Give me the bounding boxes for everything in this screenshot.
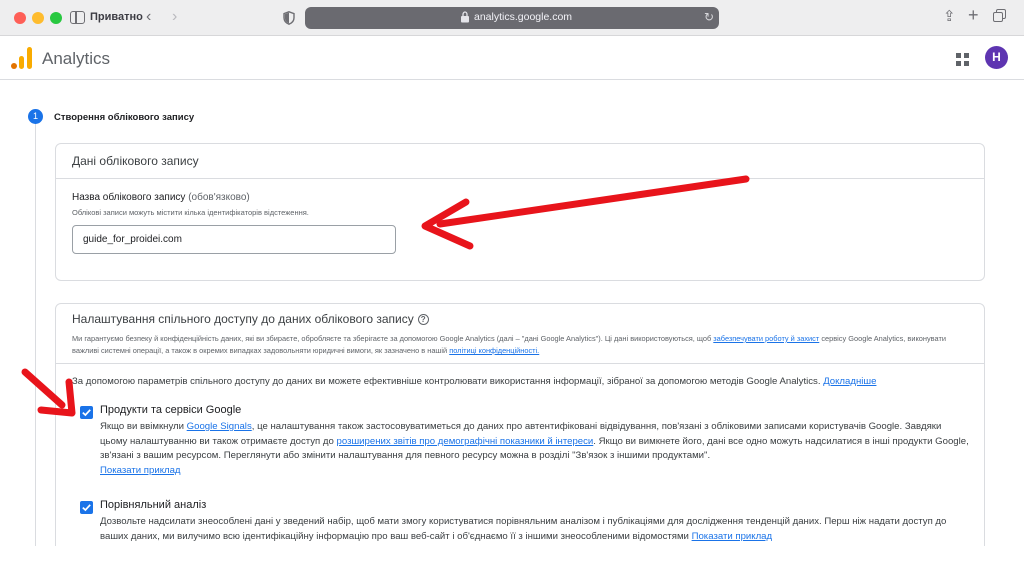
account-name-input[interactable] <box>72 225 396 254</box>
learn-more-link[interactable]: Докладніше <box>823 376 876 387</box>
lock-icon <box>461 11 469 23</box>
sharing-lead: За допомогою параметрів спільного доступ… <box>72 376 876 387</box>
card-header: Дані облікового запису <box>56 144 984 179</box>
stepper-line <box>35 109 36 546</box>
share-icon[interactable]: ⇪ <box>943 9 956 25</box>
card-title: Дані облікового запису <box>72 154 199 168</box>
privacy-shield-icon[interactable] <box>283 11 295 25</box>
privacy-policy-link[interactable]: політиці конфіденційності. <box>449 346 539 355</box>
desc-text: Якщо ви ввімкнули <box>100 421 187 432</box>
avatar[interactable]: H <box>985 46 1008 69</box>
card-header: Налаштування спільного доступу до даних … <box>56 304 984 364</box>
new-tab-icon[interactable]: + <box>968 6 979 24</box>
close-window-button[interactable] <box>14 12 26 24</box>
app-name: Analytics <box>42 49 111 68</box>
account-name-label: Назва облікового запису (обов'язково) <box>72 192 250 203</box>
reload-icon[interactable]: ↻ <box>704 10 714 24</box>
browser-toolbar: Приватно ‹ › analytics.google.com ↻ ⇪ + <box>0 0 1024 36</box>
data-sharing-card: Налаштування спільного доступу до даних … <box>55 303 985 546</box>
minimize-window-button[interactable] <box>32 12 44 24</box>
option-title: Порівняльний аналіз <box>100 499 207 511</box>
forward-button[interactable]: › <box>172 8 177 26</box>
lead-text: За допомогою параметрів спільного доступ… <box>72 376 824 387</box>
zoom-window-button[interactable] <box>50 12 62 24</box>
sidebar-icon[interactable] <box>70 11 85 24</box>
option-title: Продукти та сервіси Google <box>100 404 242 416</box>
account-name-help: Облікові записи можуть містити кілька ід… <box>72 208 309 217</box>
app-header: Analytics H <box>0 37 1024 80</box>
intro-text: Ми гарантуємо безпеку й конфіденційність… <box>72 334 714 343</box>
show-example-link[interactable]: Показати приклад <box>100 465 181 476</box>
bottom-margin <box>0 546 1024 576</box>
service-protection-link[interactable]: забезпечувати роботу й захист <box>713 334 819 343</box>
option-description: Дозвольте надсилати знеособлені дані у з… <box>100 515 970 544</box>
checkmark-icon <box>82 409 91 417</box>
private-mode-label: Приватно <box>90 11 143 23</box>
google-products-checkbox[interactable] <box>80 406 93 419</box>
desc-text: Дозвольте надсилати знеособлені дані у з… <box>100 516 947 542</box>
benchmarking-checkbox[interactable] <box>80 501 93 514</box>
analytics-logo-icon[interactable] <box>11 47 33 69</box>
demographics-reports-link[interactable]: розширених звітів про демографічні показ… <box>337 436 594 447</box>
setup-content: 1 Створення облікового запису Дані облік… <box>0 81 1024 546</box>
back-button[interactable]: ‹ <box>146 8 151 26</box>
privacy-intro: Ми гарантуємо безпеку й конфіденційність… <box>72 333 968 357</box>
checkmark-icon <box>82 504 91 512</box>
url-text: analytics.google.com <box>474 11 573 23</box>
help-icon[interactable]: ? <box>417 314 429 325</box>
google-signals-link[interactable]: Google Signals <box>187 421 252 432</box>
card-title: Налаштування спільного доступу до даних … <box>72 312 414 326</box>
show-example-link[interactable]: Показати приклад <box>692 531 773 542</box>
field-label-text: Назва облікового запису <box>72 192 186 203</box>
apps-grid-icon[interactable] <box>956 53 969 66</box>
tab-overview-icon[interactable] <box>993 9 1007 23</box>
field-required-hint: (обов'язково) <box>185 192 250 203</box>
account-details-card: Дані облікового запису Назва облікового … <box>55 143 985 281</box>
option-description: Якщо ви ввімкнули Google Signals, це нал… <box>100 420 970 478</box>
step-number-badge: 1 <box>28 109 43 124</box>
step-title: Створення облікового запису <box>54 112 195 123</box>
